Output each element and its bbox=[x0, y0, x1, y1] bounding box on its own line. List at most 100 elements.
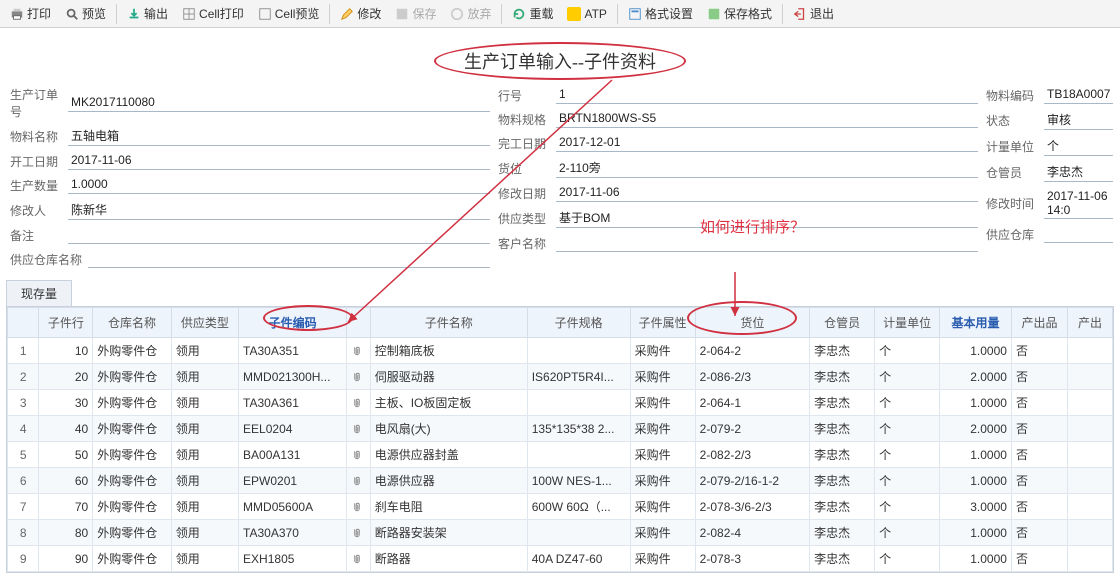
col-uom[interactable]: 计量单位 bbox=[875, 308, 940, 338]
cell-rownum: 2 bbox=[8, 364, 39, 390]
table-row[interactable]: 440外购零件仓领用EEL0204电风扇(大)135*135*38 2...采购… bbox=[8, 416, 1113, 442]
table-row[interactable]: 990外购零件仓领用EXH1805断路器40A DZ47-60采购件2-078-… bbox=[8, 546, 1113, 572]
exit-button[interactable]: 退出 bbox=[787, 3, 840, 24]
col-code[interactable]: 子件编码 bbox=[239, 308, 347, 338]
toolbar-separator bbox=[617, 4, 618, 24]
grid-body: 110外购零件仓领用TA30A351控制箱底板采购件2-064-2李忠杰个1.0… bbox=[8, 338, 1113, 572]
supply-wh-field[interactable] bbox=[1044, 225, 1113, 243]
cell-out2 bbox=[1068, 416, 1113, 442]
mod-date-field[interactable]: 2017-11-06 bbox=[556, 184, 978, 202]
cell-out2 bbox=[1068, 494, 1113, 520]
mat-name-field[interactable]: 五轴电箱 bbox=[68, 126, 490, 146]
format-button[interactable]: 格式设置 bbox=[622, 3, 699, 24]
preview-icon bbox=[65, 7, 79, 21]
start-date-field[interactable]: 2017-11-06 bbox=[68, 152, 490, 170]
status-field[interactable]: 审核 bbox=[1044, 110, 1113, 130]
mod-by-label: 修改人 bbox=[10, 202, 68, 219]
col-clip[interactable] bbox=[347, 308, 371, 338]
col-keeper[interactable]: 仓管员 bbox=[810, 308, 875, 338]
format-icon bbox=[628, 7, 642, 21]
end-date-field[interactable]: 2017-12-01 bbox=[556, 134, 978, 152]
cell-qty: 1.0000 bbox=[940, 468, 1012, 494]
reload-button[interactable]: 重载 bbox=[506, 3, 559, 24]
status-label: 状态 bbox=[986, 112, 1044, 129]
cell-clip[interactable] bbox=[347, 520, 371, 546]
cell-spec: 40A DZ47-60 bbox=[527, 546, 630, 572]
cell-qty: 1.0000 bbox=[940, 520, 1012, 546]
cell-uom: 个 bbox=[875, 442, 940, 468]
supply-wh-name-label: 供应仓库名称 bbox=[10, 251, 88, 268]
spec-field[interactable]: BRTN1800WS-S5 bbox=[556, 110, 978, 128]
cell-loc: 2-064-2 bbox=[695, 338, 809, 364]
keeper-field[interactable]: 李忠杰 bbox=[1044, 162, 1113, 182]
tab-stock[interactable]: 现存量 bbox=[6, 280, 72, 306]
col-out2[interactable]: 产出 bbox=[1068, 308, 1113, 338]
mat-code-field[interactable]: TB18A0007 bbox=[1044, 86, 1113, 104]
table-row[interactable]: 880外购零件仓领用TA30A370断路器安装架采购件2-082-4李忠杰个1.… bbox=[8, 520, 1113, 546]
export-button[interactable]: 输出 bbox=[121, 3, 174, 24]
col-base-qty[interactable]: 基本用量 bbox=[940, 308, 1012, 338]
export-label: 输出 bbox=[144, 5, 168, 22]
save-icon bbox=[395, 7, 409, 21]
table-row[interactable]: 660外购零件仓领用EPW0201电源供应器100W NES-1...采购件2-… bbox=[8, 468, 1113, 494]
cell-print-button[interactable]: Cell打印 bbox=[176, 3, 250, 24]
line-field[interactable]: 1 bbox=[556, 86, 978, 104]
table-row[interactable]: 220外购零件仓领用MMD021300H...伺服驱动器IS620PT5R4I.… bbox=[8, 364, 1113, 390]
loc-field[interactable]: 2-110旁 bbox=[556, 158, 978, 178]
print-button[interactable]: 打印 bbox=[4, 3, 57, 24]
col-attr[interactable]: 子件属性 bbox=[630, 308, 695, 338]
cell-clip[interactable] bbox=[347, 364, 371, 390]
cell-keeper: 李忠杰 bbox=[810, 442, 875, 468]
cell-out: 否 bbox=[1011, 364, 1067, 390]
atp-button[interactable]: ATP bbox=[561, 5, 612, 23]
preview-button[interactable]: 预览 bbox=[59, 3, 112, 24]
cell-qty: 1.0000 bbox=[940, 390, 1012, 416]
uom-label: 计量单位 bbox=[986, 138, 1044, 155]
mod-by-field[interactable]: 陈新华 bbox=[68, 200, 490, 220]
col-line[interactable]: 子件行 bbox=[39, 308, 93, 338]
paperclip-icon bbox=[351, 553, 363, 565]
cell-wh: 外购零件仓 bbox=[93, 442, 172, 468]
cell-wh: 外购零件仓 bbox=[93, 338, 172, 364]
cell-line: 40 bbox=[39, 416, 93, 442]
save-format-button[interactable]: 保存格式 bbox=[701, 3, 778, 24]
cell-preview-button[interactable]: Cell预览 bbox=[252, 3, 326, 24]
col-rownum[interactable] bbox=[8, 308, 39, 338]
cell-code: MMD021300H... bbox=[239, 364, 347, 390]
uom-field[interactable]: 个 bbox=[1044, 136, 1113, 156]
cell-clip[interactable] bbox=[347, 338, 371, 364]
cell-clip[interactable] bbox=[347, 468, 371, 494]
cell-name: 断路器 bbox=[370, 546, 527, 572]
remark-field[interactable] bbox=[68, 226, 490, 244]
cell-clip[interactable] bbox=[347, 416, 371, 442]
table-row[interactable]: 770外购零件仓领用MMD05600A刹车电阻600W 60Ω（...采购件2-… bbox=[8, 494, 1113, 520]
col-loc[interactable]: 货位 bbox=[695, 308, 809, 338]
cell-wh: 外购零件仓 bbox=[93, 390, 172, 416]
paperclip-icon bbox=[351, 501, 363, 513]
col-name[interactable]: 子件名称 bbox=[370, 308, 527, 338]
cell-clip[interactable] bbox=[347, 390, 371, 416]
col-spec[interactable]: 子件规格 bbox=[527, 308, 630, 338]
paperclip-icon bbox=[351, 423, 363, 435]
qty-field[interactable]: 1.0000 bbox=[68, 176, 490, 194]
table-row[interactable]: 110外购零件仓领用TA30A351控制箱底板采购件2-064-2李忠杰个1.0… bbox=[8, 338, 1113, 364]
cell-clip[interactable] bbox=[347, 494, 371, 520]
cell-clip[interactable] bbox=[347, 442, 371, 468]
cell-clip[interactable] bbox=[347, 546, 371, 572]
table-row[interactable]: 330外购零件仓领用TA30A361主板、IO板固定板采购件2-064-1李忠杰… bbox=[8, 390, 1113, 416]
cell-qty: 2.0000 bbox=[940, 364, 1012, 390]
cell-spec bbox=[527, 442, 630, 468]
cell-wh: 外购零件仓 bbox=[93, 494, 172, 520]
mod-time-field[interactable]: 2017-11-06 14:0 bbox=[1044, 188, 1113, 219]
cell-wh: 外购零件仓 bbox=[93, 468, 172, 494]
table-row[interactable]: 550外购零件仓领用BA00A131电源供应器封盖采购件2-082-2/3李忠杰… bbox=[8, 442, 1113, 468]
edit-button[interactable]: 修改 bbox=[334, 3, 387, 24]
col-stype[interactable]: 供应类型 bbox=[171, 308, 238, 338]
remark-label: 备注 bbox=[10, 227, 68, 244]
col-output[interactable]: 产出品 bbox=[1011, 308, 1067, 338]
order-no-field[interactable]: MK2017110080 bbox=[68, 94, 490, 112]
spec-label: 物料规格 bbox=[498, 111, 556, 128]
col-wh[interactable]: 仓库名称 bbox=[93, 308, 172, 338]
cell-wh: 外购零件仓 bbox=[93, 520, 172, 546]
supply-wh-name-field[interactable] bbox=[88, 250, 490, 268]
